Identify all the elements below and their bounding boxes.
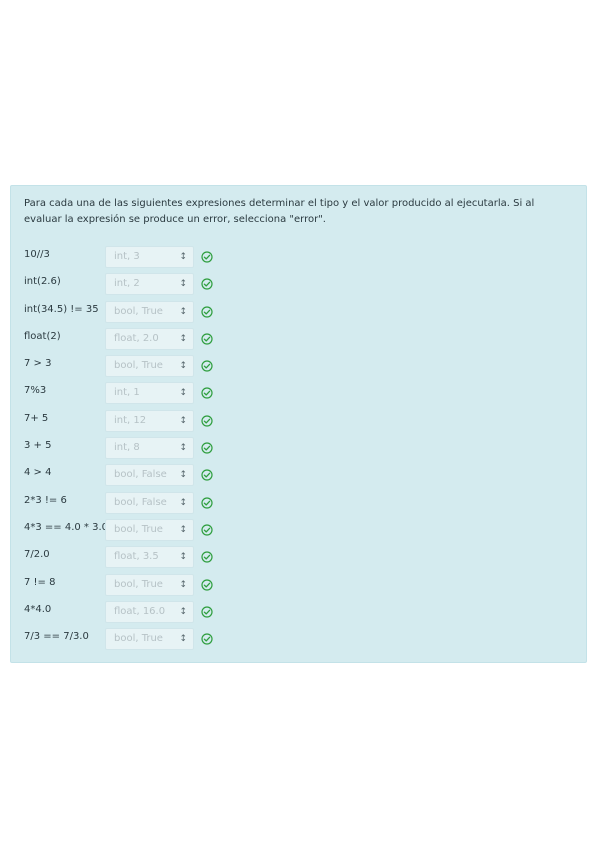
answer-rows: 10//3 int, 3 ↕ int(2.6) int, 2 ↕ int(34.5) != … <box>24 244 569 653</box>
select-arrows-icon: ↕ <box>179 634 187 645</box>
correct-check-icon <box>201 251 213 263</box>
answer-select[interactable]: bool, True ↕ <box>105 518 194 541</box>
expression-label: 7/3 == 7/3.0 <box>24 631 89 643</box>
answer-select[interactable]: int, 1 ↕ <box>105 382 194 405</box>
correct-check-icon <box>201 333 213 345</box>
expression-label: 2*3 != 6 <box>24 494 67 506</box>
select-arrows-icon: ↕ <box>179 252 187 262</box>
answer-select[interactable]: bool, True ↕ <box>105 300 194 323</box>
expression-label: 10//3 <box>24 249 50 260</box>
question-row: 4*4.0 float, 16.0 ↕ <box>24 599 569 626</box>
question-row: 3 + 5 int, 8 ↕ <box>24 435 569 462</box>
expression-label: 7%3 <box>24 385 47 397</box>
answer-select[interactable]: bool, True ↕ <box>105 628 194 651</box>
select-arrows-icon: ↕ <box>179 524 187 535</box>
answer-select-value: bool, True <box>114 305 163 317</box>
question-row: 4 > 4 bool, False ↕ <box>24 462 569 489</box>
answer-select-value: int, 2 <box>114 278 140 290</box>
answer-select-value: int, 3 <box>114 251 140 262</box>
select-arrows-icon: ↕ <box>179 579 187 590</box>
answer-select-value: bool, False <box>114 469 167 481</box>
expression-label: 4 > 4 <box>24 467 52 479</box>
answer-select-value: int, 1 <box>114 387 140 399</box>
expression-label: int(34.5) != 35 <box>24 303 99 315</box>
correct-check-icon <box>201 387 213 400</box>
question-row: 7/2.0 float, 3.5 ↕ <box>24 544 569 571</box>
correct-check-icon <box>201 551 213 563</box>
correct-check-icon <box>201 578 213 591</box>
answer-select-value: float, 2.0 <box>114 332 159 344</box>
select-arrows-icon: ↕ <box>179 279 187 290</box>
select-arrows-icon: ↕ <box>179 306 187 317</box>
question-panel: Para cada una de las siguientes expresio… <box>10 185 587 663</box>
correct-check-icon <box>201 278 213 290</box>
answer-select[interactable]: bool, True ↕ <box>105 573 194 596</box>
correct-check-icon <box>201 497 213 509</box>
correct-check-icon <box>201 305 213 318</box>
answer-select-value: bool, True <box>114 360 163 372</box>
correct-check-icon <box>201 469 213 481</box>
question-row: 7 > 3 bool, True ↕ <box>24 353 569 380</box>
select-arrows-icon: ↕ <box>179 443 187 454</box>
correct-check-icon <box>201 633 213 645</box>
answer-select-value: bool, True <box>114 523 163 535</box>
expression-label: 7 != 8 <box>24 576 56 588</box>
expression-label: 7/2.0 <box>24 549 50 561</box>
select-arrows-icon: ↕ <box>179 497 187 508</box>
answer-select-value: bool, True <box>114 633 163 645</box>
answer-select-value: float, 3.5 <box>114 551 159 563</box>
expression-label: 4*3 == 4.0 * 3.0 <box>24 521 109 533</box>
answer-select[interactable]: int, 2 ↕ <box>105 273 194 296</box>
answer-select[interactable]: bool, True ↕ <box>105 355 194 378</box>
expression-label: float(2) <box>24 330 61 342</box>
answer-select-value: int, 12 <box>114 414 147 426</box>
question-row: 7+ 5 int, 12 ↕ <box>24 408 569 435</box>
question-row: 4*3 == 4.0 * 3.0 bool, True ↕ <box>24 517 569 544</box>
expression-label: 3 + 5 <box>24 440 52 452</box>
answer-select[interactable]: int, 8 ↕ <box>105 437 194 460</box>
question-row: int(2.6) int, 2 ↕ <box>24 271 569 298</box>
select-arrows-icon: ↕ <box>179 470 187 481</box>
answer-select[interactable]: bool, False ↕ <box>105 491 194 514</box>
select-arrows-icon: ↕ <box>179 333 187 344</box>
select-arrows-icon: ↕ <box>179 361 187 372</box>
correct-check-icon <box>201 524 213 536</box>
answer-select-value: int, 8 <box>114 442 140 454</box>
question-row: float(2) float, 2.0 ↕ <box>24 326 569 353</box>
correct-check-icon <box>201 442 213 454</box>
answer-select-value: bool, True <box>114 578 163 590</box>
answer-select[interactable]: float, 3.5 ↕ <box>105 546 194 569</box>
select-arrows-icon: ↕ <box>179 388 187 399</box>
correct-check-icon <box>201 606 213 618</box>
select-arrows-icon: ↕ <box>179 415 187 426</box>
select-arrows-icon: ↕ <box>179 552 187 563</box>
expression-label: int(2.6) <box>24 276 61 288</box>
correct-check-icon <box>201 360 213 372</box>
select-arrows-icon: ↕ <box>179 606 187 617</box>
answer-select[interactable]: bool, False ↕ <box>105 464 194 487</box>
question-row: 7/3 == 7/3.0 bool, True ↕ <box>24 626 569 653</box>
expression-label: 4*4.0 <box>24 603 52 615</box>
question-row: 7%3 int, 1 ↕ <box>24 380 569 407</box>
correct-check-icon <box>201 415 213 427</box>
answer-select[interactable]: float, 16.0 ↕ <box>105 600 194 623</box>
question-row: 7 != 8 bool, True ↕ <box>24 572 569 599</box>
answer-select-value: float, 16.0 <box>114 605 166 617</box>
answer-select[interactable]: int, 12 ↕ <box>105 409 194 432</box>
question-row: int(34.5) != 35 bool, True ↕ <box>24 299 569 326</box>
question-prompt: Para cada una de las siguientes expresio… <box>24 198 535 225</box>
question-row: 2*3 != 6 bool, False ↕ <box>24 490 569 517</box>
question-row: 10//3 int, 3 ↕ <box>24 244 569 271</box>
answer-select-value: bool, False <box>114 496 167 508</box>
expression-label: 7 > 3 <box>24 358 52 370</box>
answer-select[interactable]: float, 2.0 ↕ <box>105 327 194 350</box>
answer-select[interactable]: int, 3 ↕ <box>105 246 194 268</box>
expression-label: 7+ 5 <box>24 412 49 424</box>
